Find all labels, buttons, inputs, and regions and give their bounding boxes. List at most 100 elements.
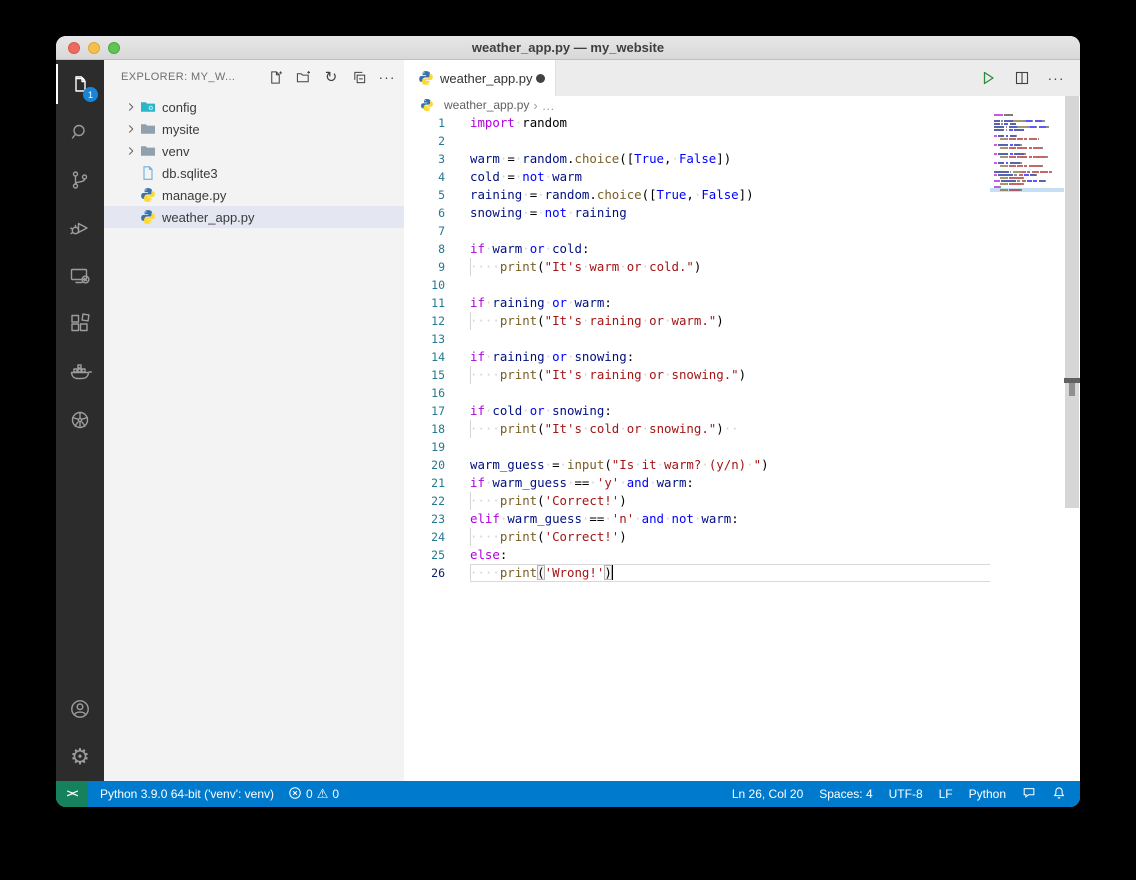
activity-remote-explorer[interactable] [56,252,104,300]
line-number: 2 [404,132,445,150]
new-file-button[interactable] [266,68,284,86]
line-number: 11 [404,294,445,312]
python-interpreter[interactable]: Python 3.9.0 64-bit ('venv': venv) [100,787,274,801]
collapse-folders-button[interactable] [350,68,368,86]
file-item-db.sqlite3[interactable]: db.sqlite3 [104,162,404,184]
activity-run-debug[interactable] [56,204,104,252]
code-line-7[interactable]: 7 [404,222,990,240]
status-item-python[interactable]: Python [969,787,1006,801]
code-line-23[interactable]: 23elif·warm_guess·==·'n'·and·not·warm: [404,510,990,528]
status-bar: >< Python 3.9.0 64-bit ('venv': venv) 0 … [56,781,1080,807]
tab-bar: weather_app.py ··· [404,60,1080,96]
code-line-25[interactable]: 25else: [404,546,990,564]
tab-weather-app[interactable]: weather_app.py [404,60,556,96]
breadcrumb[interactable]: weather_app.py › … [404,96,1080,114]
code-text[interactable]: if·raining·or·warm: [470,294,612,312]
code-text[interactable]: ····print('Correct!') [470,492,627,510]
code-line-8[interactable]: 8if·warm·or·cold: [404,240,990,258]
code-line-24[interactable]: 24····print('Correct!') [404,528,990,546]
code-line-1[interactable]: 1import·random [404,114,990,132]
titlebar[interactable]: weather_app.py — my_website [56,36,1080,60]
split-editor-button[interactable] [1012,68,1032,88]
code-line-14[interactable]: 14if·raining·or·snowing: [404,348,990,366]
explorer-more-button[interactable]: ··· [378,68,396,86]
zoom-window-button[interactable] [108,42,120,54]
code-text[interactable]: ····print('Wrong!') [470,564,613,582]
breadcrumb-file[interactable]: weather_app.py [444,98,529,112]
code-editor[interactable]: 1import·random23warm·=·random.choice([Tr… [404,114,990,781]
code-text[interactable]: else: [470,546,507,564]
file-item-manage.py[interactable]: manage.py [104,184,404,206]
code-line-15[interactable]: 15····print("It's·raining·or·snowing.") [404,366,990,384]
new-folder-button[interactable] [294,68,312,86]
code-text[interactable]: import·random [470,114,567,132]
code-line-5[interactable]: 5raining·=·random.choice([True,·False]) [404,186,990,204]
editor-more-button[interactable]: ··· [1046,68,1066,88]
code-line-10[interactable]: 10 [404,276,990,294]
code-text[interactable]: snowing·=·not·raining [470,204,627,222]
code-line-19[interactable]: 19 [404,438,990,456]
code-line-6[interactable]: 6snowing·=·not·raining [404,204,990,222]
code-line-20[interactable]: 20 warm_guess·=·input("Is·it·warm?·(y/n)·… [404,456,990,474]
minimize-window-button[interactable] [88,42,100,54]
code-line-9[interactable]: 9 ····print("It's·warm·or·cold.") [404,258,990,276]
code-text[interactable]: if·cold·or·snowing: [470,402,612,420]
code-text[interactable]: ····print("It's·cold·or·snowing.")·· [470,420,739,438]
feedback-icon[interactable] [1022,786,1036,803]
status-item-ln-26-col-20[interactable]: Ln 26, Col 20 [732,787,803,801]
activity-search[interactable] [56,108,104,156]
file-item-mysite[interactable]: mysite [104,118,404,140]
code-text[interactable]: ····print('Correct!') [470,528,627,546]
activity-explorer[interactable]: 1 [56,60,104,108]
code-line-17[interactable]: 17if·cold·or·snowing: [404,402,990,420]
remote-indicator[interactable]: >< [56,781,88,807]
code-text[interactable]: if·raining·or·snowing: [470,348,634,366]
code-line-4[interactable]: 4cold·=·not·warm [404,168,990,186]
code-text[interactable]: warm·=·random.choice([True,·False]) [470,150,731,168]
minimap[interactable] [990,114,1064,254]
vertical-scrollbar[interactable] [1064,96,1080,781]
code-line-3[interactable]: 3warm·=·random.choice([True,·False]) [404,150,990,168]
code-line-21[interactable]: 21if·warm_guess·==·'y'·and·warm: [404,474,990,492]
activity-kubernetes[interactable] [56,396,104,444]
code-text[interactable]: ····print("It's·raining·or·warm.") [470,312,724,330]
status-item-spaces-4[interactable]: Spaces: 4 [819,787,872,801]
code-text[interactable]: ····print("It's·raining·or·snowing.") [470,366,746,384]
refresh-button[interactable]: ↻ [322,68,340,86]
activity-settings[interactable]: ⚙ [56,733,104,781]
status-item-lf[interactable]: LF [939,787,953,801]
code-text[interactable]: cold·=·not·warm [470,168,582,186]
code-text[interactable]: ····print("It's·warm·or·cold.") [470,258,701,276]
line-number: 9 [404,258,445,276]
scrollbar-thumb[interactable] [1065,96,1079,508]
code-text[interactable]: if·warm·or·cold: [470,240,589,258]
python-icon [418,70,440,86]
activity-docker[interactable] [56,348,104,396]
dirty-indicator-icon[interactable] [536,74,545,83]
close-window-button[interactable] [68,42,80,54]
code-line-13[interactable]: 13 [404,330,990,348]
file-item-venv[interactable]: venv [104,140,404,162]
code-text[interactable]: warm_guess·=·input("Is·it·warm?·(y/n)·") [470,456,769,474]
code-line-16[interactable]: 16 [404,384,990,402]
status-item-utf-8[interactable]: UTF-8 [889,787,923,801]
problems-indicator[interactable]: 0 ⚠ 0 [288,786,339,803]
code-text[interactable]: raining·=·random.choice([True,·False]) [470,186,754,204]
code-text[interactable]: elif·warm_guess·==·'n'·and·not·warm: [470,510,739,528]
file-item-config[interactable]: config [104,96,404,118]
bell-icon[interactable] [1052,786,1066,803]
activity-extensions[interactable] [56,300,104,348]
file-item-weather_app.py[interactable]: weather_app.py [104,206,404,228]
activity-source-control[interactable] [56,156,104,204]
code-line-26[interactable]: 26····print('Wrong!') [404,564,990,582]
activity-account[interactable] [56,685,104,733]
line-number: 20 [404,456,445,474]
code-line-11[interactable]: 11 if·raining·or·warm: [404,294,990,312]
code-line-18[interactable]: 18····print("It's·cold·or·snowing.")·· [404,420,990,438]
code-line-22[interactable]: 22····print('Correct!') [404,492,990,510]
run-python-file-button[interactable] [978,68,998,88]
code-line-12[interactable]: 12····print("It's·raining·or·warm.") [404,312,990,330]
breadcrumb-more[interactable]: … [542,98,555,113]
code-text[interactable]: if·warm_guess·==·'y'·and·warm: [470,474,694,492]
code-line-2[interactable]: 2 [404,132,990,150]
